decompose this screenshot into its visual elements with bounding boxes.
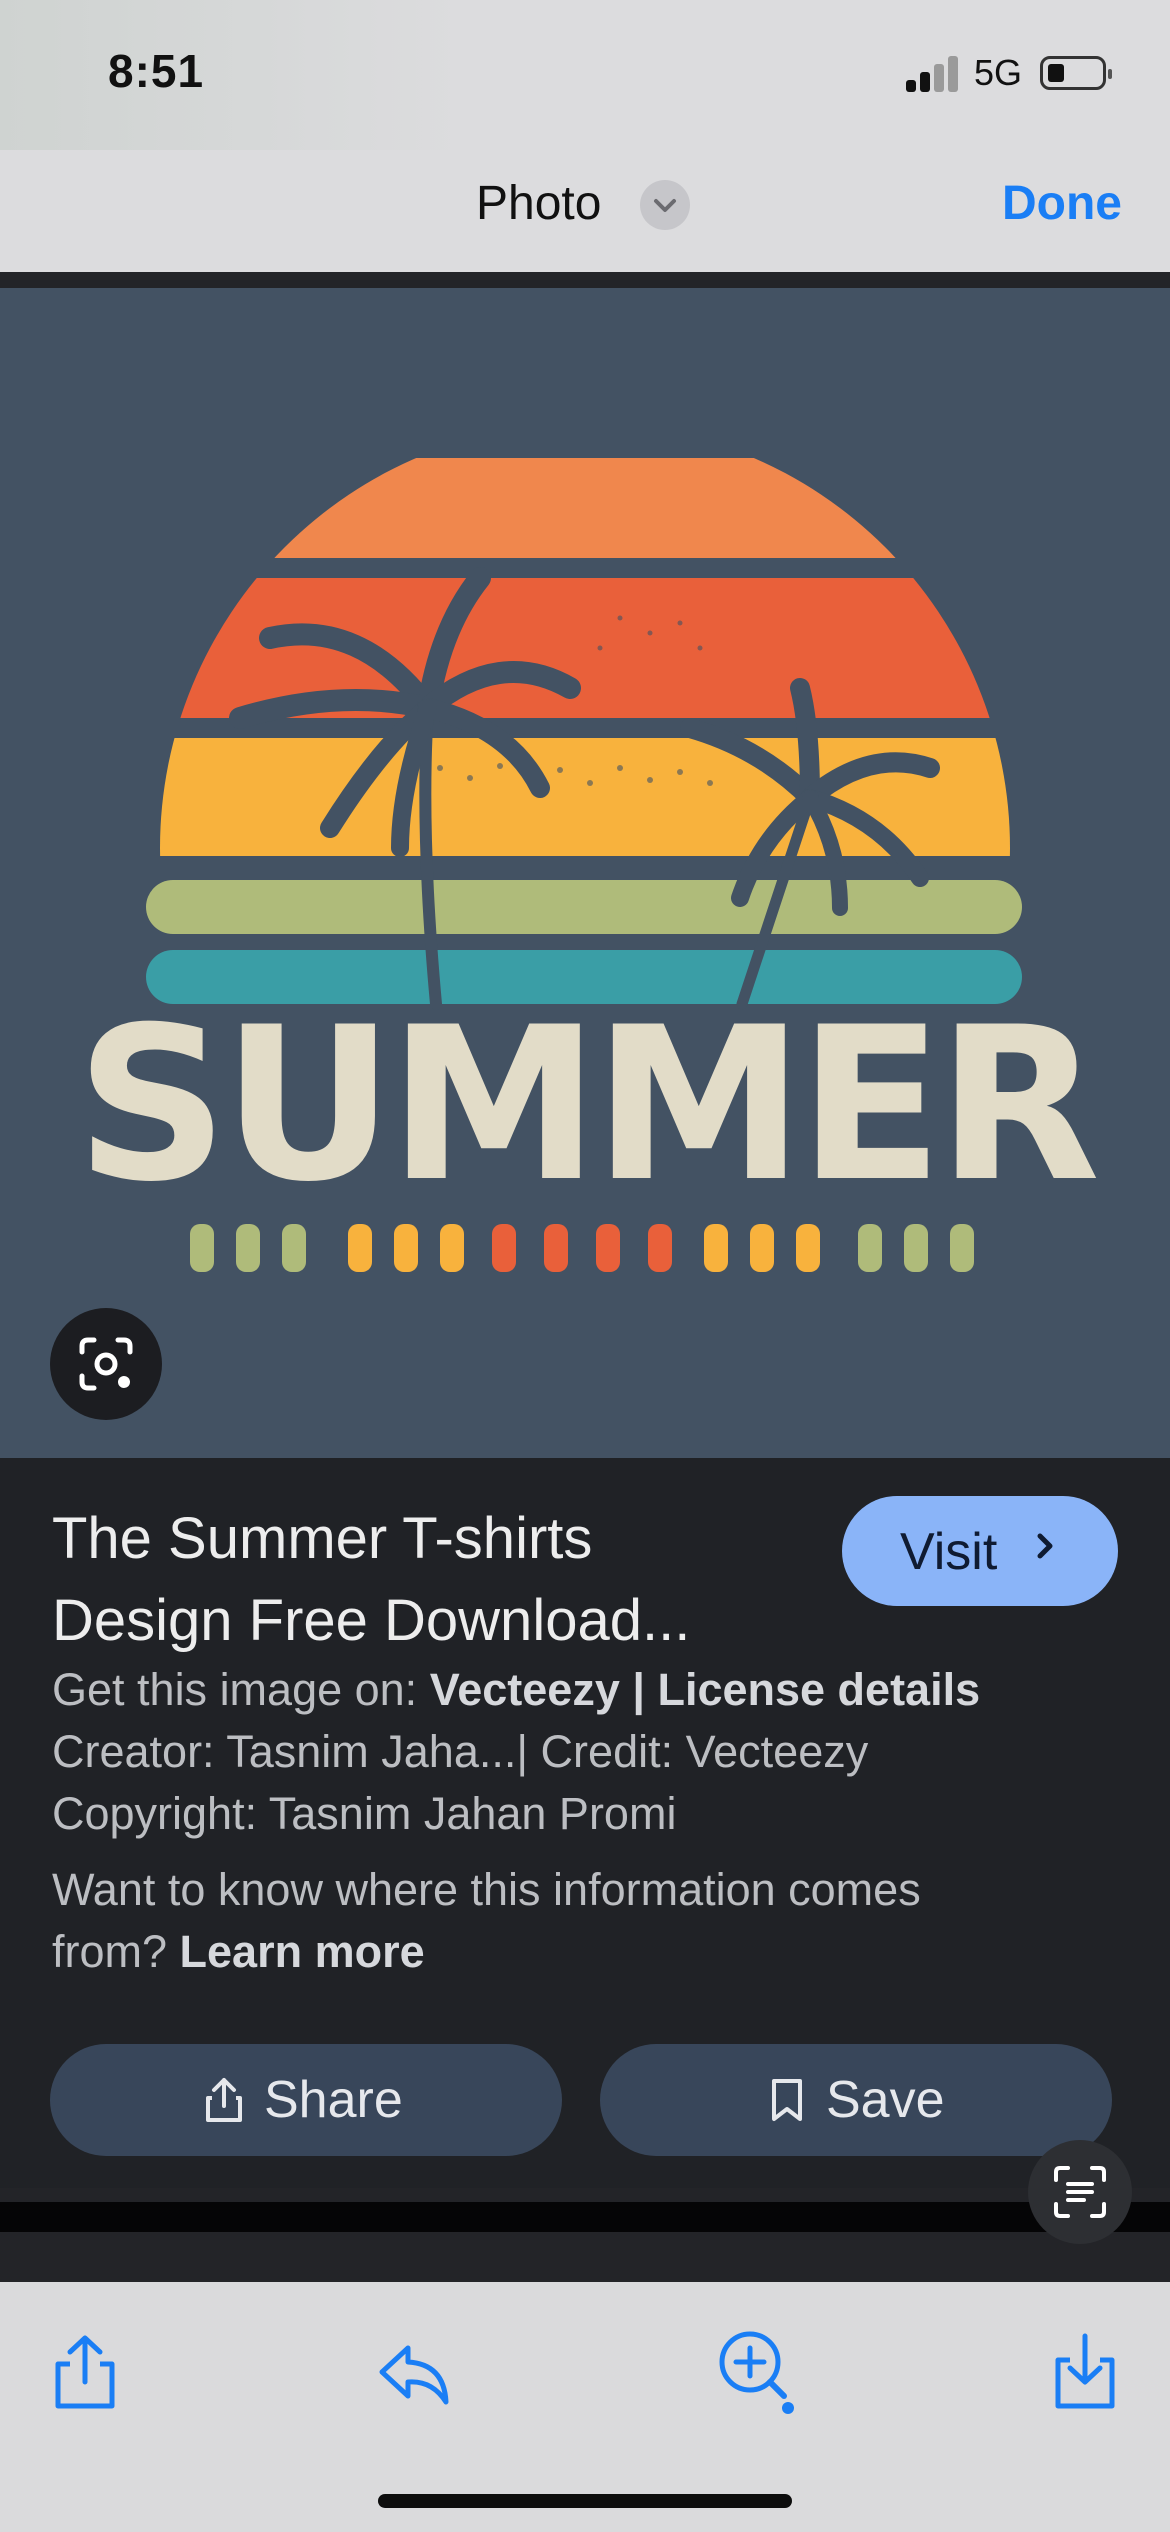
copyright-line: Copyright: Tasnim Jahan Promi xyxy=(52,1788,677,1839)
summer-text: SUMMER xyxy=(76,981,1097,1228)
lens-icon[interactable] xyxy=(50,1308,162,1420)
image-info-panel: The Summer T-shirts Design Free Download… xyxy=(0,1458,1170,2188)
source-link[interactable]: Vecteezy xyxy=(430,1664,620,1715)
reply-icon[interactable] xyxy=(376,2340,452,2415)
image-title[interactable]: The Summer T-shirts Design Free Download… xyxy=(52,1498,812,1662)
creator-line: Creator: Tasnim Jaha...| Credit: Vecteez… xyxy=(52,1726,869,1777)
title-line-1: The Summer T-shirts xyxy=(52,1506,593,1571)
text-scan-icon[interactable] xyxy=(1028,2140,1132,2244)
separator: | xyxy=(619,1664,658,1715)
share-button[interactable]: Share xyxy=(50,2044,562,2156)
bottom-strip xyxy=(0,2202,1170,2232)
home-indicator xyxy=(378,2494,792,2508)
share-icon[interactable] xyxy=(52,2332,118,2417)
from-prefix: from? xyxy=(52,1926,180,1977)
bottom-toolbar xyxy=(0,2282,1170,2532)
summer-image[interactable]: SUMMER xyxy=(0,288,1170,1458)
source-line: Get this image on: Vecteezy | License de… xyxy=(52,1664,980,1716)
network-label: 5G xyxy=(974,52,1023,93)
summer-artwork: SUMMER xyxy=(76,458,1102,1272)
nav-bar: Photo Done xyxy=(0,150,1170,272)
zoom-in-icon[interactable] xyxy=(714,2326,802,2421)
chevron-down-icon[interactable] xyxy=(640,180,690,230)
source-prefix: Get this image on: xyxy=(52,1664,430,1715)
share-label: Share xyxy=(264,2071,403,2129)
done-button[interactable]: Done xyxy=(1002,176,1122,231)
bookmark-icon xyxy=(770,2076,804,2136)
nav-title[interactable]: Photo xyxy=(476,176,601,231)
visit-button[interactable]: Visit xyxy=(842,1496,1118,1606)
signal-icon xyxy=(906,56,958,92)
title-line-2: Design Free Download... xyxy=(52,1588,691,1653)
battery-icon xyxy=(1040,56,1112,90)
download-icon[interactable] xyxy=(1052,2332,1118,2417)
learn-more-line: from? Learn more xyxy=(52,1926,425,1978)
learn-more-link[interactable]: Learn more xyxy=(180,1926,425,1977)
save-label: Save xyxy=(826,2071,945,2129)
info-origin-line: Want to know where this information come… xyxy=(52,1864,921,1915)
visit-label: Visit xyxy=(900,1523,998,1581)
save-button[interactable]: Save xyxy=(600,2044,1112,2156)
license-link[interactable]: License details xyxy=(657,1664,980,1715)
share-icon xyxy=(204,2076,244,2137)
status-bar: 8:51 5G xyxy=(0,0,1170,150)
status-time: 8:51 xyxy=(108,45,205,97)
photo-content: SUMMER The Summer T-shirts Design Free D… xyxy=(0,272,1170,2282)
chevron-right-icon xyxy=(1032,1522,1060,1583)
